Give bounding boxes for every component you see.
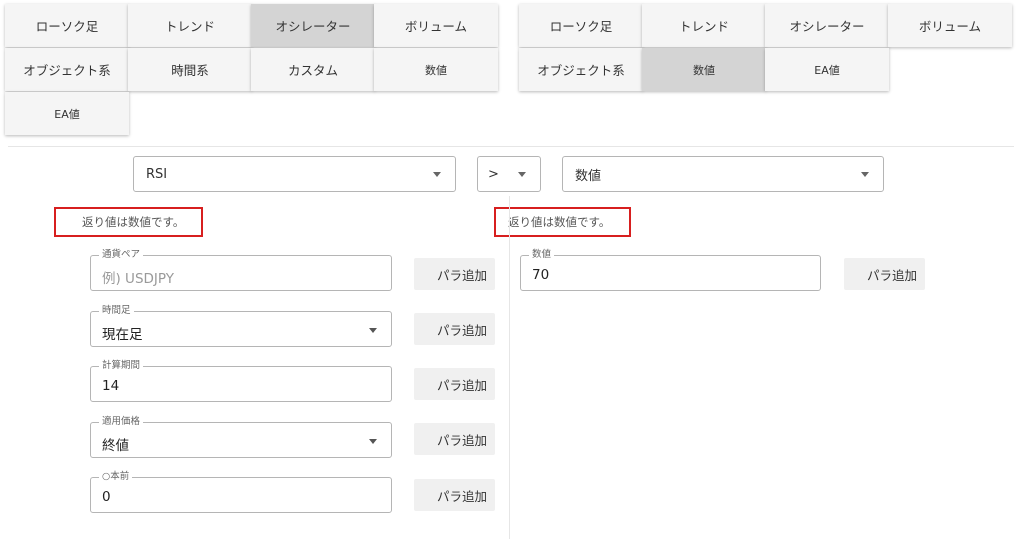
chevron-down-icon bbox=[861, 172, 869, 177]
left-tab-object[interactable]: オブジェクト系 bbox=[5, 48, 129, 91]
right-tab-oscillator[interactable]: オシレーター bbox=[765, 4, 889, 47]
left-tab-ea-value[interactable]: EA値 bbox=[5, 92, 129, 135]
right-value-select-value: 数値 bbox=[575, 168, 602, 184]
applied-price-select[interactable]: 適用価格 終値 bbox=[90, 416, 392, 458]
add-param-button[interactable]: パラ追加 bbox=[844, 258, 925, 290]
operator-select[interactable]: > bbox=[477, 156, 541, 192]
chevron-down-icon bbox=[518, 172, 526, 177]
chevron-down-icon bbox=[369, 439, 377, 444]
left-tab-volume[interactable]: ボリューム bbox=[374, 4, 498, 47]
chevron-down-icon bbox=[433, 172, 441, 177]
number-value-value: 70 bbox=[532, 267, 550, 283]
panel-divider bbox=[509, 196, 510, 539]
bars-ago-value: 0 bbox=[102, 489, 111, 505]
number-value-label: 数値 bbox=[529, 249, 555, 261]
right-tab-candlestick[interactable]: ローソク足 bbox=[519, 4, 643, 47]
left-return-note: 返り値は数値です。 bbox=[54, 207, 203, 237]
right-tab-volume[interactable]: ボリューム bbox=[888, 4, 1012, 47]
right-return-note-text: 返り値は数値です。 bbox=[508, 215, 611, 229]
period-value: 14 bbox=[102, 378, 120, 394]
add-param-button[interactable]: パラ追加 bbox=[414, 368, 495, 400]
section-divider bbox=[8, 146, 1014, 147]
right-tab-number[interactable]: 数値 bbox=[642, 48, 766, 91]
right-tab-trend[interactable]: トレンド bbox=[642, 4, 766, 47]
timeframe-label: 時間足 bbox=[99, 305, 134, 317]
add-param-button[interactable]: パラ追加 bbox=[414, 258, 495, 290]
number-value-field[interactable]: 数値 70 bbox=[520, 249, 821, 291]
right-tab-object[interactable]: オブジェクト系 bbox=[519, 48, 643, 91]
add-param-button[interactable]: パラ追加 bbox=[414, 313, 495, 345]
add-param-button[interactable]: パラ追加 bbox=[414, 479, 495, 511]
left-indicator-select[interactable]: RSI bbox=[133, 156, 456, 192]
chevron-down-icon bbox=[369, 328, 377, 333]
left-tab-trend[interactable]: トレンド bbox=[128, 4, 252, 47]
applied-price-value: 終値 bbox=[102, 438, 129, 454]
left-indicator-select-value: RSI bbox=[146, 166, 168, 182]
bars-ago-label: ○本前 bbox=[99, 471, 133, 483]
left-return-note-text: 返り値は数値です。 bbox=[82, 215, 185, 229]
operator-select-value: > bbox=[488, 166, 499, 182]
left-tab-candlestick[interactable]: ローソク足 bbox=[5, 4, 129, 47]
left-tab-number[interactable]: 数値 bbox=[374, 48, 498, 91]
left-tab-custom[interactable]: カスタム bbox=[251, 48, 375, 91]
currency-pair-field[interactable]: 通貨ペア 例) USDJPY bbox=[90, 249, 392, 291]
applied-price-label: 適用価格 bbox=[99, 416, 144, 428]
left-tab-time[interactable]: 時間系 bbox=[128, 48, 252, 91]
timeframe-value: 現在足 bbox=[102, 327, 143, 343]
add-param-button[interactable]: パラ追加 bbox=[414, 423, 495, 455]
right-value-select[interactable]: 数値 bbox=[562, 156, 884, 192]
right-tab-ea-value[interactable]: EA値 bbox=[765, 48, 889, 91]
currency-pair-label: 通貨ペア bbox=[99, 249, 144, 261]
left-tab-oscillator[interactable]: オシレーター bbox=[251, 4, 375, 47]
bars-ago-field[interactable]: ○本前 0 bbox=[90, 471, 392, 513]
period-label: 計算期間 bbox=[99, 360, 144, 372]
right-return-note: 返り値は数値です。 bbox=[494, 207, 631, 237]
period-field[interactable]: 計算期間 14 bbox=[90, 360, 392, 402]
currency-pair-placeholder: 例) USDJPY bbox=[102, 271, 174, 287]
timeframe-select[interactable]: 時間足 現在足 bbox=[90, 305, 392, 347]
